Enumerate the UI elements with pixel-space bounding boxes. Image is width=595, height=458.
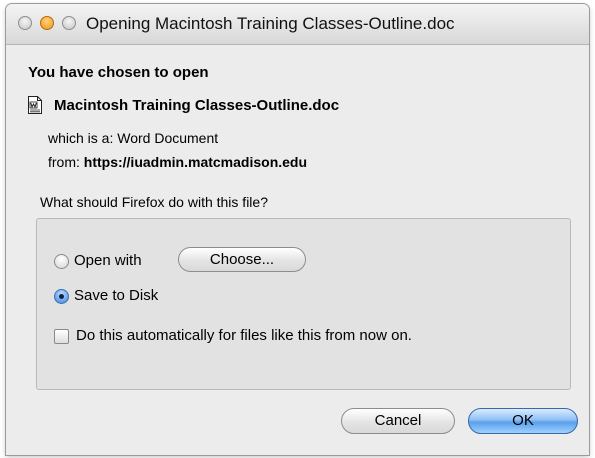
do-automatically-checkbox[interactable] <box>54 329 69 344</box>
choose-application-button[interactable]: Choose... <box>178 247 306 272</box>
file-source-line: from: https://iuadmin.matcmadison.edu <box>48 154 307 170</box>
dialog-heading: You have chosen to open <box>28 64 209 81</box>
save-to-disk-label[interactable]: Save to Disk <box>74 287 158 304</box>
save-to-disk-radio[interactable] <box>54 289 69 304</box>
action-question: What should Firefox do with this file? <box>40 194 268 210</box>
do-automatically-label[interactable]: Do this automatically for files like thi… <box>76 327 412 344</box>
cancel-button[interactable]: Cancel <box>341 408 455 434</box>
title-bar[interactable]: Opening Macintosh Training Classes-Outli… <box>6 4 589 45</box>
file-type-value: Word Document <box>117 130 219 146</box>
open-with-label[interactable]: Open with <box>74 252 142 269</box>
file-source-value: https://iuadmin.matcmadison.edu <box>83 154 308 170</box>
minimize-window-button[interactable] <box>40 16 54 30</box>
ok-button[interactable]: OK <box>468 408 578 434</box>
close-window-button[interactable] <box>18 16 32 30</box>
file-type-line: which is a: Word Document <box>48 130 218 146</box>
file-download-dialog: Opening Macintosh Training Classes-Outli… <box>6 4 589 455</box>
action-options-box <box>36 218 571 390</box>
file-name: Macintosh Training Classes-Outline.doc <box>54 97 340 114</box>
file-source-label: from: <box>48 154 80 170</box>
window-title: Opening Macintosh Training Classes-Outli… <box>86 14 455 33</box>
word-document-icon <box>28 96 42 114</box>
zoom-window-button[interactable] <box>62 16 76 30</box>
file-type-label: which is a: <box>48 130 114 146</box>
open-with-radio[interactable] <box>54 254 69 269</box>
